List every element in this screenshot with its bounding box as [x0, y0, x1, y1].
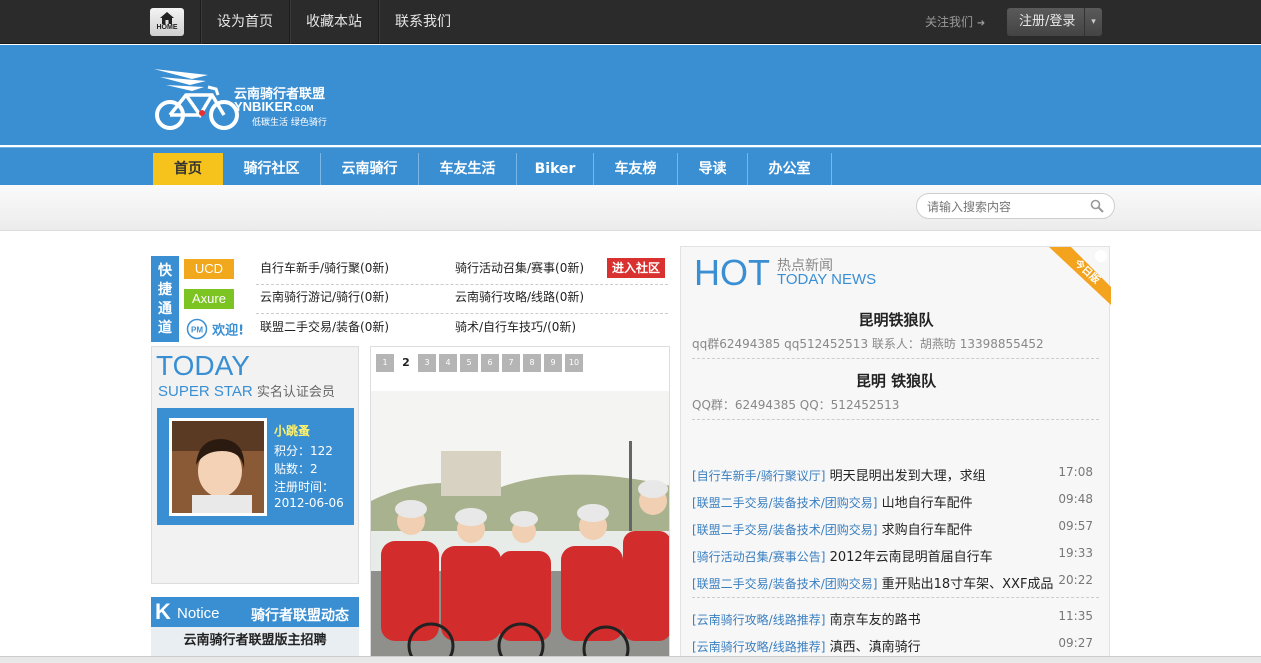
- headline-1[interactable]: 昆明铁狼队: [681, 309, 1111, 330]
- divider: [256, 284, 668, 285]
- quick-link-trade[interactable]: 联盟二手交易/装备(0新): [260, 318, 389, 335]
- search-strip: [0, 185, 1261, 231]
- news-item[interactable]: [联盟二手交易/装备技术/团购交易] 山地自行车配件 09:48: [692, 492, 1102, 511]
- headline-2-sub: QQ群：62494385 QQ：512452513: [692, 398, 900, 412]
- member-card[interactable]: 小跳蚤 积分：122 贴数：2 注册时间： 2012-06-06: [157, 408, 354, 525]
- top-bar: HOME 设为首页 收藏本站 联系我们 关注我们 ➜ 注册/登录 ▾: [0, 0, 1261, 44]
- axure-tag[interactable]: Axure: [184, 289, 234, 309]
- home-icon: [160, 12, 174, 24]
- quick-link-skills[interactable]: 骑术/自行车技巧/(0新): [455, 318, 576, 335]
- browser-status-bar: [0, 656, 1261, 663]
- contact-link[interactable]: 联系我们: [378, 0, 467, 44]
- notice-title: Notice: [177, 605, 220, 622]
- nav-guide[interactable]: 导读: [678, 153, 748, 185]
- news-item[interactable]: [云南骑行攻略/线路推荐] 滇西、滇南骑行 09:27: [692, 636, 1102, 655]
- nav-rider-life[interactable]: 车友生活: [419, 153, 517, 185]
- today-subtitle: SUPER STAR 实名认证会员: [158, 383, 335, 400]
- news-item[interactable]: [自行车新手/骑行聚议厅] 明天昆明出发到大理，求组 17:08: [692, 465, 1102, 484]
- member-name[interactable]: 小跳蚤: [274, 422, 310, 439]
- nav-yunnan-riding[interactable]: 云南骑行: [321, 153, 419, 185]
- hot-news-panel: HOT 热点新闻 TODAY NEWS 今日版 昆明铁狼队 qq群6249438…: [680, 246, 1111, 663]
- svg-text:PM: PM: [191, 326, 203, 335]
- logo-text-en: YNBIKER.COM: [234, 99, 314, 114]
- arrow-right-icon: ➜: [976, 18, 986, 29]
- slider-page-7[interactable]: 7: [502, 354, 520, 372]
- hot-title-en: TODAY NEWS: [777, 271, 877, 288]
- bookmark-link[interactable]: 收藏本站: [289, 0, 378, 44]
- bike-logo-icon: [154, 69, 239, 130]
- home-label: HOME: [156, 24, 178, 31]
- login-button[interactable]: 注册/登录 ▾: [1007, 8, 1102, 36]
- member-posts: 贴数：2: [274, 462, 318, 476]
- notice-k-icon: K: [155, 599, 171, 624]
- photo-slider: 1 2 3 4 5 6 7 8 9 10: [370, 346, 670, 663]
- today-ribbon: 今日版: [1049, 247, 1111, 305]
- news-item[interactable]: [联盟二手交易/装备技术/团购交易] 求购自行车配件 09:57: [692, 519, 1102, 538]
- slider-page-2[interactable]: 2: [397, 354, 415, 372]
- slider-page-10[interactable]: 10: [565, 354, 583, 372]
- member-points: 积分：122: [274, 444, 333, 458]
- divider: [692, 597, 1099, 598]
- quick-channel-label: 快捷通道: [151, 256, 179, 342]
- search-box: [916, 193, 1115, 219]
- news-item[interactable]: [联盟二手交易/装备技术/团购交易] 重开贴出18寸车架、XXF成品 20:22: [692, 573, 1102, 592]
- slider-photo[interactable]: [371, 391, 670, 663]
- slider-page-5[interactable]: 5: [460, 354, 478, 372]
- chevron-down-icon[interactable]: ▾: [1084, 8, 1102, 36]
- enter-community-button[interactable]: 进入社区: [607, 258, 665, 278]
- member-reg-label: 注册时间：: [274, 480, 335, 494]
- nav-office[interactable]: 办公室: [748, 153, 832, 185]
- main-nav: 首页 骑行社区 云南骑行 车友生活 Biker 车友榜 导读 办公室: [0, 147, 1261, 185]
- member-avatar[interactable]: [169, 418, 267, 516]
- news-item[interactable]: [云南骑行攻略/线路推荐] 南京车友的路书 11:35: [692, 609, 1102, 628]
- slider-page-9[interactable]: 9: [544, 354, 562, 372]
- divider: [256, 313, 668, 314]
- follow-label: 关注我们: [925, 15, 974, 29]
- quick-link-newbie[interactable]: 自行车新手/骑行聚(0新): [260, 259, 389, 276]
- slider-page-6[interactable]: 6: [481, 354, 499, 372]
- notice-panel: K Notice 骑行者联盟动态 云南骑行者联盟版主招聘: [151, 597, 359, 657]
- login-label: 注册/登录: [1019, 14, 1076, 29]
- search-icon[interactable]: [1090, 199, 1104, 213]
- quick-link-travelogue[interactable]: 云南骑行游记/骑行(0新): [260, 288, 389, 305]
- site-logo[interactable]: 云南骑行者联盟 YNBIKER.COM 低碳生活 绿色骑行: [152, 65, 342, 135]
- quick-link-routes[interactable]: 云南骑行攻略/线路(0新): [455, 288, 584, 305]
- slider-pager: 1 2 3 4 5 6 7 8 9 10: [376, 354, 583, 372]
- quick-link-events[interactable]: 骑行活动召集/赛事(0新): [455, 259, 584, 276]
- pm-welcome[interactable]: PM 欢迎!: [186, 318, 244, 340]
- quick-channel: 快捷通道 UCD Axure PM 欢迎! 自行车新手/骑行聚(0新) 骑行活动…: [151, 256, 668, 342]
- slider-page-3[interactable]: 3: [418, 354, 436, 372]
- nav-ranking[interactable]: 车友榜: [594, 153, 678, 185]
- set-homepage-link[interactable]: 设为首页: [200, 0, 289, 44]
- notice-title-cn: 骑行者联盟动态: [251, 608, 349, 624]
- nav-home[interactable]: 首页: [153, 153, 223, 185]
- search-input[interactable]: [927, 198, 1087, 216]
- divider: [692, 358, 1099, 359]
- pm-welcome-text: 欢迎!: [212, 323, 245, 339]
- slider-page-4[interactable]: 4: [439, 354, 457, 372]
- ucd-tag[interactable]: UCD: [184, 259, 234, 279]
- today-superstar: TODAY SUPER STAR 实名认证会员 小跳蚤 积分：122 贴数：2 …: [151, 346, 359, 584]
- member-reg-date: 2012-06-06: [274, 496, 344, 510]
- today-title: TODAY: [156, 350, 250, 381]
- notice-header: K Notice 骑行者联盟动态: [151, 597, 359, 627]
- headline-2[interactable]: 昆明 铁狼队: [681, 370, 1111, 391]
- header: 云南骑行者联盟 YNBIKER.COM 低碳生活 绿色骑行: [0, 45, 1261, 145]
- home-button[interactable]: HOME: [150, 8, 184, 36]
- avatar-photo: [172, 421, 264, 513]
- headline-1-sub: qq群62494385 qq512452513 联系人：胡燕昉 13398855…: [692, 337, 1044, 351]
- pm-icon: PM: [186, 318, 208, 340]
- slider-page-8[interactable]: 8: [523, 354, 541, 372]
- slider-page-1[interactable]: 1: [376, 354, 394, 372]
- notice-item[interactable]: 云南骑行者联盟版主招聘: [151, 627, 359, 657]
- follow-us-link[interactable]: 关注我们 ➜: [925, 0, 985, 44]
- nav-biker[interactable]: Biker: [517, 153, 594, 185]
- news-item[interactable]: [骑行活动召集/赛事公告] 2012年云南昆明首届自行车 19:33: [692, 546, 1102, 565]
- nav-community[interactable]: 骑行社区: [223, 153, 321, 185]
- hot-title: HOT: [694, 252, 770, 293]
- divider: [692, 419, 1099, 420]
- logo-slogan: 低碳生活 绿色骑行: [252, 118, 327, 128]
